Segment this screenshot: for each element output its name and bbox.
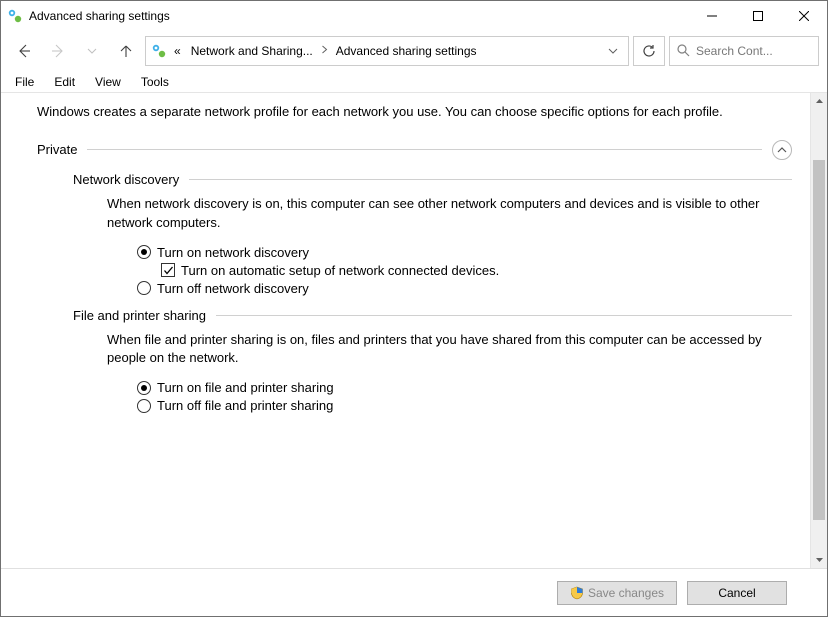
maximize-button[interactable] xyxy=(735,1,781,31)
back-button[interactable] xyxy=(9,36,39,66)
checkbox-icon xyxy=(161,263,175,277)
radio-fp-off[interactable]: Turn off file and printer sharing xyxy=(137,398,792,413)
radio-icon xyxy=(137,381,151,395)
section-label: Private xyxy=(37,142,77,157)
menu-tools[interactable]: Tools xyxy=(137,74,173,90)
chevron-right-icon[interactable] xyxy=(319,45,330,57)
uac-shield-icon xyxy=(570,586,584,600)
section-private: Private xyxy=(37,140,792,160)
window-controls xyxy=(689,1,827,31)
divider xyxy=(87,149,762,150)
file-printer-options: Turn on file and printer sharing Turn of… xyxy=(137,380,792,413)
cancel-button[interactable]: Cancel xyxy=(687,581,787,605)
search-placeholder: Search Cont... xyxy=(696,44,773,58)
button-label: Cancel xyxy=(718,586,755,600)
forward-button[interactable] xyxy=(43,36,73,66)
subsection-label: File and printer sharing xyxy=(73,308,206,323)
checkbox-nd-auto[interactable]: Turn on automatic setup of network conne… xyxy=(161,263,792,278)
radio-label: Turn off network discovery xyxy=(157,281,309,296)
divider xyxy=(189,179,792,180)
menu-edit[interactable]: Edit xyxy=(50,74,79,90)
scroll-up-button[interactable] xyxy=(811,93,827,110)
menu-view[interactable]: View xyxy=(91,74,125,90)
divider xyxy=(216,315,792,316)
up-button[interactable] xyxy=(111,36,141,66)
minimize-button[interactable] xyxy=(689,1,735,31)
radio-label: Turn on file and printer sharing xyxy=(157,380,334,395)
subsection-network-discovery: Network discovery xyxy=(73,172,792,187)
checkbox-label: Turn on automatic setup of network conne… xyxy=(181,263,499,278)
button-label: Save changes xyxy=(588,586,664,600)
recent-dropdown[interactable] xyxy=(77,36,107,66)
save-changes-button[interactable]: Save changes xyxy=(557,581,677,605)
radio-icon xyxy=(137,245,151,259)
window-title: Advanced sharing settings xyxy=(29,9,689,23)
search-icon xyxy=(676,43,690,60)
network-discovery-options: Turn on network discovery Turn on automa… xyxy=(137,245,792,296)
breadcrumb-item[interactable]: Network and Sharing... xyxy=(187,37,317,65)
menu-bar: File Edit View Tools xyxy=(1,71,827,93)
scrollbar-track[interactable] xyxy=(811,110,827,551)
address-bar[interactable]: « Network and Sharing... Advanced sharin… xyxy=(145,36,629,66)
control-panel-window: Advanced sharing settings xyxy=(0,0,828,617)
intro-text: Windows creates a separate network profi… xyxy=(37,103,777,122)
content-area: Windows creates a separate network profi… xyxy=(1,93,827,568)
search-input[interactable]: Search Cont... xyxy=(669,36,819,66)
radio-label: Turn on network discovery xyxy=(157,245,309,260)
nav-toolbar: « Network and Sharing... Advanced sharin… xyxy=(1,31,827,71)
subsection-label: Network discovery xyxy=(73,172,179,187)
network-discovery-desc: When network discovery is on, this compu… xyxy=(107,195,787,233)
close-button[interactable] xyxy=(781,1,827,31)
refresh-button[interactable] xyxy=(633,36,665,66)
vertical-scrollbar[interactable] xyxy=(810,93,827,568)
breadcrumb-trunc[interactable]: « xyxy=(170,37,185,65)
file-printer-desc: When file and printer sharing is on, fil… xyxy=(107,331,787,369)
scrollbar-thumb[interactable] xyxy=(813,160,825,520)
radio-label: Turn off file and printer sharing xyxy=(157,398,333,413)
footer-buttons: Save changes Cancel xyxy=(1,568,827,616)
titlebar: Advanced sharing settings xyxy=(1,1,827,31)
scroll-down-button[interactable] xyxy=(811,551,827,568)
radio-fp-on[interactable]: Turn on file and printer sharing xyxy=(137,380,792,395)
radio-nd-off[interactable]: Turn off network discovery xyxy=(137,281,792,296)
subsection-file-printer-sharing: File and printer sharing xyxy=(73,308,792,323)
network-sharing-icon xyxy=(150,42,168,60)
settings-content: Windows creates a separate network profi… xyxy=(1,93,810,568)
radio-icon xyxy=(137,399,151,413)
collapse-toggle[interactable] xyxy=(772,140,792,160)
network-sharing-icon xyxy=(7,8,23,24)
menu-file[interactable]: File xyxy=(11,74,38,90)
radio-icon xyxy=(137,281,151,295)
radio-nd-on[interactable]: Turn on network discovery xyxy=(137,245,792,260)
address-dropdown[interactable] xyxy=(602,46,624,56)
breadcrumb-item[interactable]: Advanced sharing settings xyxy=(332,37,481,65)
